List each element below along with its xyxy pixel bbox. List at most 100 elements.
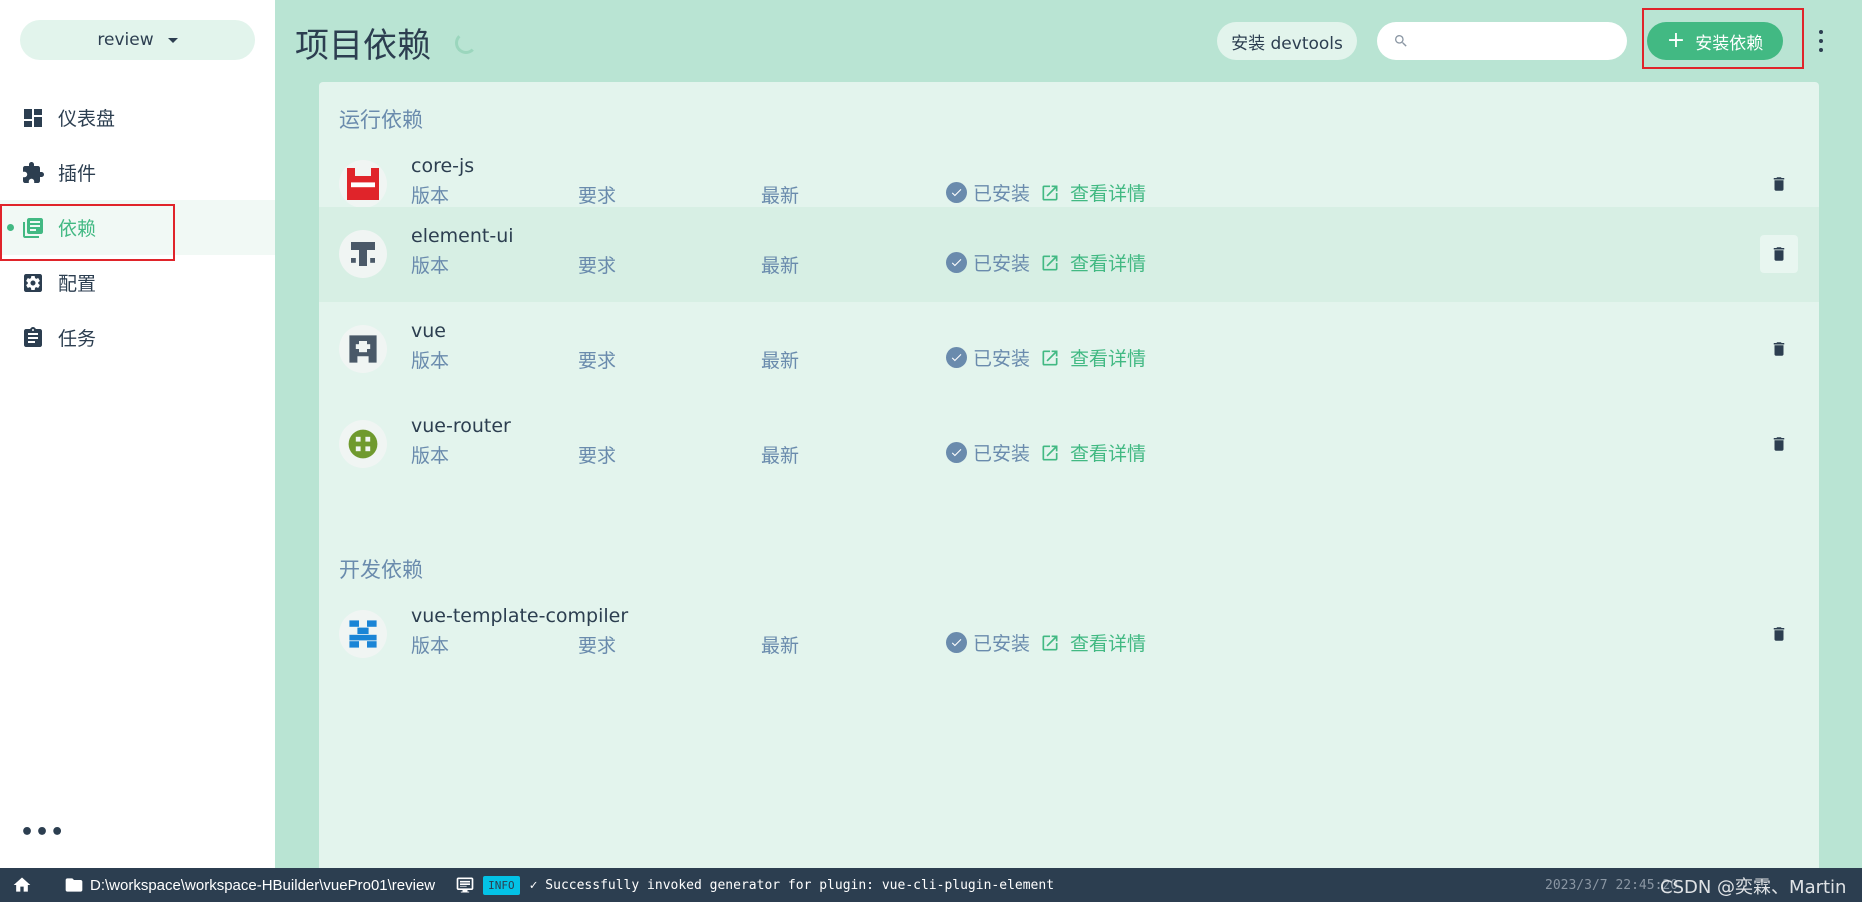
view-details-link[interactable]: 查看详情 — [1040, 344, 1146, 371]
view-details-label: 查看详情 — [1070, 633, 1147, 655]
log-timestamp: 2023/3/7 22:45:20 — [1545, 878, 1679, 893]
installed-label: 已安装 — [973, 348, 1031, 370]
view-details-link[interactable]: 查看详情 — [1040, 179, 1146, 206]
open-in-new-icon — [1042, 185, 1058, 200]
sidebar-item-label: 依赖 — [58, 218, 97, 240]
view-details-label: 查看详情 — [1070, 443, 1147, 465]
vue-logo-icon — [339, 325, 387, 373]
delete-icon[interactable] — [1760, 165, 1798, 203]
element-ui-logo-icon — [339, 230, 387, 278]
open-in-new-icon — [1042, 255, 1058, 270]
dependencies-panel: 运行依赖 core-js 版本 要求 最新 已安装 查看详情 element-u… — [319, 82, 1819, 868]
dependency-name: vue-router — [411, 415, 511, 437]
dependency-name: vue — [411, 320, 446, 342]
delete-icon[interactable] — [1760, 615, 1798, 653]
dependency-row[interactable]: element-ui 版本 要求 最新 已安装 查看详情 — [319, 207, 1819, 302]
open-in-new-icon — [1042, 445, 1058, 460]
install-dependency-label: 安装依赖 — [1695, 33, 1764, 54]
view-details-link[interactable]: 查看详情 — [1040, 629, 1146, 656]
page-title: 项目依赖 — [295, 26, 431, 66]
latest-label: 最新 — [761, 350, 800, 372]
latest-label: 最新 — [761, 445, 800, 467]
runtime-section-title: 运行依赖 — [339, 108, 423, 132]
sidebar-item-configuration[interactable]: 配置 — [0, 255, 275, 310]
dashboard-icon — [20, 105, 46, 131]
dependency-name: core-js — [411, 155, 475, 177]
dependency-name: element-ui — [411, 225, 514, 247]
status-bar: D:\workspace\workspace-HBuilder\vuePro01… — [0, 868, 1862, 902]
wanted-label: 要求 — [578, 635, 617, 657]
sidebar-item-label: 仪表盘 — [58, 108, 116, 130]
project-name: review — [97, 30, 154, 50]
log-level-badge: INFO — [483, 875, 520, 895]
search-icon — [1395, 35, 1407, 47]
log-message-text: ✓ Successfully invoked generator for plu… — [529, 877, 1055, 893]
puzzle-icon — [20, 160, 46, 186]
project-selector[interactable]: review — [20, 20, 255, 60]
caret-down-icon — [167, 37, 178, 43]
delete-icon[interactable] — [1760, 235, 1798, 273]
view-details-link[interactable]: 查看详情 — [1040, 249, 1146, 276]
log-message[interactable]: INFO ✓ Successfully invoked generator fo… — [455, 875, 1054, 895]
sidebar-item-dashboard[interactable]: 仪表盘 — [0, 90, 275, 145]
dependency-status: 已安装 查看详情 — [946, 249, 1146, 276]
sidebar-item-label: 配置 — [58, 273, 97, 295]
wanted-label: 要求 — [578, 185, 617, 207]
project-path[interactable]: D:\workspace\workspace-HBuilder\vuePro01… — [64, 875, 435, 895]
project-path-text: D:\workspace\workspace-HBuilder\vuePro01… — [90, 876, 436, 894]
open-in-new-icon — [1042, 350, 1058, 365]
latest-label: 最新 — [761, 185, 800, 207]
installed-label: 已安装 — [973, 443, 1031, 465]
dependency-status: 已安装 查看详情 — [946, 629, 1146, 656]
version-label: 版本 — [411, 350, 450, 372]
clipboard-icon — [20, 325, 46, 351]
version-label: 版本 — [411, 255, 450, 277]
view-details-label: 查看详情 — [1070, 253, 1147, 275]
gear-icon — [20, 270, 46, 296]
more-vert-icon[interactable] — [1815, 28, 1827, 54]
delete-icon[interactable] — [1760, 330, 1798, 368]
install-dependency-button[interactable]: + 安装依赖 — [1647, 22, 1783, 60]
sidebar-item-tasks[interactable]: 任务 — [0, 310, 275, 365]
check-circle-icon — [946, 632, 967, 653]
open-in-new-icon — [1042, 635, 1058, 650]
delete-icon[interactable] — [1760, 425, 1798, 463]
search-input[interactable] — [1419, 32, 1619, 50]
install-devtools-button[interactable]: 安装 devtools — [1217, 22, 1357, 60]
dependency-status: 已安装 查看详情 — [946, 439, 1146, 466]
vue-template-compiler-logo-icon — [339, 610, 387, 658]
view-details-label: 查看详情 — [1070, 183, 1147, 205]
watermark: CSDN @奕霖、Martin — [1660, 877, 1847, 898]
plus-icon: + — [1666, 28, 1686, 53]
installed-label: 已安装 — [973, 633, 1031, 655]
wanted-label: 要求 — [578, 350, 617, 372]
installed-label: 已安装 — [973, 253, 1031, 275]
sidebar: review 仪表盘 插件 依赖 配置 任务 ••• — [0, 0, 275, 868]
dependency-row[interactable]: vue-router 版本 要求 最新 已安装 查看详情 — [319, 397, 1819, 492]
wanted-label: 要求 — [578, 445, 617, 467]
version-label: 版本 — [411, 635, 450, 657]
sidebar-nav: 仪表盘 插件 依赖 配置 任务 — [0, 90, 275, 365]
dependency-name: vue-template-compiler — [411, 605, 629, 627]
dev-section-title: 开发依赖 — [339, 558, 423, 582]
latest-label: 最新 — [761, 635, 800, 657]
check-circle-icon — [946, 252, 967, 273]
more-menu-icon[interactable]: ••• — [20, 820, 65, 845]
version-label: 版本 — [411, 185, 450, 207]
installed-label: 已安装 — [973, 183, 1031, 205]
wanted-label: 要求 — [578, 255, 617, 277]
console-icon — [456, 877, 474, 893]
dependency-status: 已安装 查看详情 — [946, 344, 1146, 371]
sidebar-item-label: 任务 — [58, 328, 97, 350]
check-circle-icon — [946, 347, 967, 368]
dependency-row[interactable]: vue-template-compiler 版本 要求 最新 已安装 查看详情 — [319, 587, 1819, 682]
view-details-link[interactable]: 查看详情 — [1040, 439, 1146, 466]
sidebar-item-label: 插件 — [58, 163, 97, 185]
dependency-status: 已安装 查看详情 — [946, 179, 1146, 206]
sidebar-item-plugins[interactable]: 插件 — [0, 145, 275, 200]
view-details-label: 查看详情 — [1070, 348, 1147, 370]
check-circle-icon — [946, 442, 967, 463]
dependency-row[interactable]: vue 版本 要求 最新 已安装 查看详情 — [319, 302, 1819, 397]
sidebar-item-dependencies[interactable]: 依赖 — [0, 200, 275, 255]
home-icon[interactable] — [12, 875, 32, 895]
